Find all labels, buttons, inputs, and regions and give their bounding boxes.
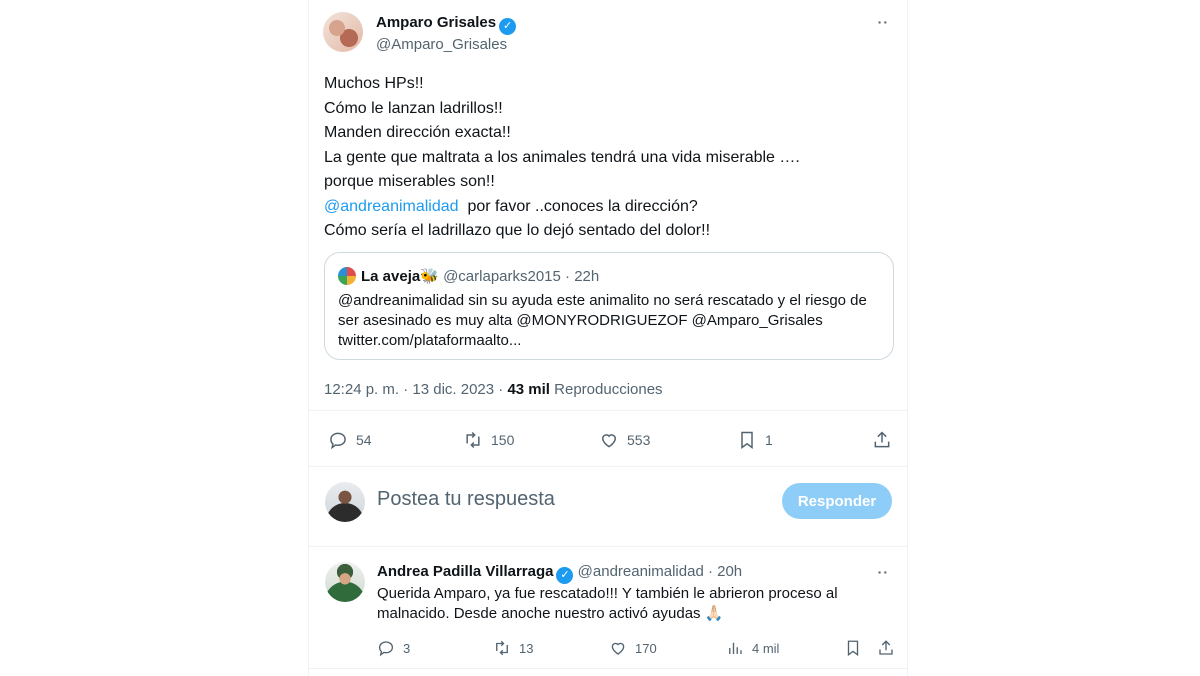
reply-retweet-count: 13 bbox=[519, 640, 534, 656]
more-options-icon[interactable]: ·· bbox=[878, 564, 889, 580]
quote-author-name: La aveja bbox=[361, 268, 421, 285]
bee-icon: 🐝 bbox=[420, 268, 439, 285]
share-icon bbox=[874, 431, 890, 448]
tweet-timestamp: 12:24 p. m. · 13 dic. 2023 · 43 mil Repr… bbox=[324, 381, 663, 398]
heart-icon bbox=[601, 434, 617, 448]
tweet-line: Cómo le lanzan ladrillos!! bbox=[324, 99, 503, 117]
heart-icon bbox=[611, 642, 625, 655]
divider bbox=[309, 466, 907, 467]
divider bbox=[309, 668, 907, 669]
reply-author-name[interactable]: Andrea Padilla Villarraga bbox=[377, 563, 553, 580]
divider bbox=[309, 410, 907, 411]
tweet-line: Cómo sería el ladrillazo que lo dejó sen… bbox=[324, 222, 711, 239]
reply-text: Querida Amparo, ya fue rescatado!!! Y ta… bbox=[377, 585, 838, 622]
bookmark-icon bbox=[741, 431, 753, 449]
quoted-tweet[interactable]: La aveja🐝 @carlaparks2015 · 22h @andrean… bbox=[324, 252, 894, 360]
views-count: 43 mil bbox=[507, 381, 550, 398]
bookmark-action[interactable]: 1 bbox=[737, 428, 773, 452]
author-avatar[interactable] bbox=[323, 12, 363, 52]
verified-badge-icon: ✓ bbox=[556, 567, 574, 584]
more-options-icon[interactable]: ·· bbox=[878, 14, 889, 30]
tweet-thread: Amparo Grisales ✓ @Amparo_Grisales ·· Muc… bbox=[308, 0, 908, 676]
share-icon bbox=[879, 640, 893, 655]
current-user-avatar[interactable] bbox=[325, 482, 365, 522]
reply-views-count: 4 mil bbox=[752, 640, 780, 656]
author-name-row[interactable]: Amparo Grisales ✓ bbox=[376, 14, 517, 35]
bookmark-count: 1 bbox=[765, 432, 773, 448]
bookmark-icon bbox=[847, 640, 859, 657]
like-count: 553 bbox=[627, 432, 651, 448]
quote-avatar bbox=[338, 267, 356, 285]
share-action[interactable] bbox=[872, 428, 892, 452]
reply-header: Andrea Padilla Villarraga ✓ @andreanimali… bbox=[377, 563, 742, 584]
reply-like-action[interactable]: 170 bbox=[609, 638, 657, 658]
reply-action[interactable]: 54 bbox=[328, 428, 372, 452]
author-name[interactable]: Amparo Grisales bbox=[376, 14, 496, 31]
retweet-action[interactable]: 150 bbox=[463, 428, 514, 452]
reply-like-count: 170 bbox=[635, 640, 657, 656]
retweet-icon bbox=[466, 431, 480, 449]
divider bbox=[309, 546, 907, 547]
analytics-icon bbox=[729, 642, 742, 654]
like-action[interactable]: 553 bbox=[599, 428, 650, 452]
reply-reply-action[interactable]: 3 bbox=[377, 638, 410, 658]
quote-header: La aveja🐝 @carlaparks2015 · 22h bbox=[361, 267, 599, 285]
reply-bookmark-action[interactable] bbox=[844, 638, 862, 658]
tweet-line: porque miserables son!! bbox=[324, 173, 495, 190]
reply-views-action[interactable]: 4 mil bbox=[726, 638, 779, 658]
verified-badge-icon: ✓ bbox=[499, 18, 517, 35]
quote-meta: @carlaparks2015 · 22h bbox=[443, 268, 600, 285]
tweet-line-mention: @andreanimalidad por favor ..conoces la … bbox=[324, 195, 894, 220]
tweet-time[interactable]: 12:24 p. m. · 13 dic. 2023 · bbox=[324, 381, 503, 398]
reply-input[interactable]: Postea tu respuesta bbox=[377, 488, 555, 511]
views-label: Reproducciones bbox=[554, 381, 663, 398]
tweet-line: Manden dirección exacta!! bbox=[324, 124, 511, 141]
reply-author-avatar[interactable] bbox=[325, 562, 365, 602]
reply-meta[interactable]: @andreanimalidad · 20h bbox=[578, 563, 743, 580]
tweet-line: Muchos HPs!! bbox=[324, 75, 424, 92]
tweet-line: La gente que maltrata a los animales ten… bbox=[324, 148, 800, 166]
retweet-count: 150 bbox=[491, 432, 515, 448]
mention-link[interactable]: @andreanimalidad bbox=[324, 198, 459, 215]
author-handle[interactable]: @Amparo_Grisales bbox=[376, 36, 507, 53]
tweet-text: Muchos HPs!! Cómo le lanzan ladrillos!! … bbox=[324, 72, 894, 244]
reply-button[interactable]: Responder bbox=[782, 483, 892, 519]
quote-text: @andreanimalidad sin su ayuda este anima… bbox=[338, 292, 867, 349]
reply-icon bbox=[378, 641, 394, 657]
reply-count: 54 bbox=[356, 432, 372, 448]
tweet-line-text: por favor ..conoces la dirección? bbox=[458, 197, 698, 215]
retweet-icon bbox=[496, 640, 508, 656]
reply-icon bbox=[330, 432, 346, 450]
reply-retweet-action[interactable]: 13 bbox=[493, 638, 533, 658]
reply-reply-count: 3 bbox=[403, 640, 411, 656]
reply-share-action[interactable] bbox=[877, 638, 895, 658]
